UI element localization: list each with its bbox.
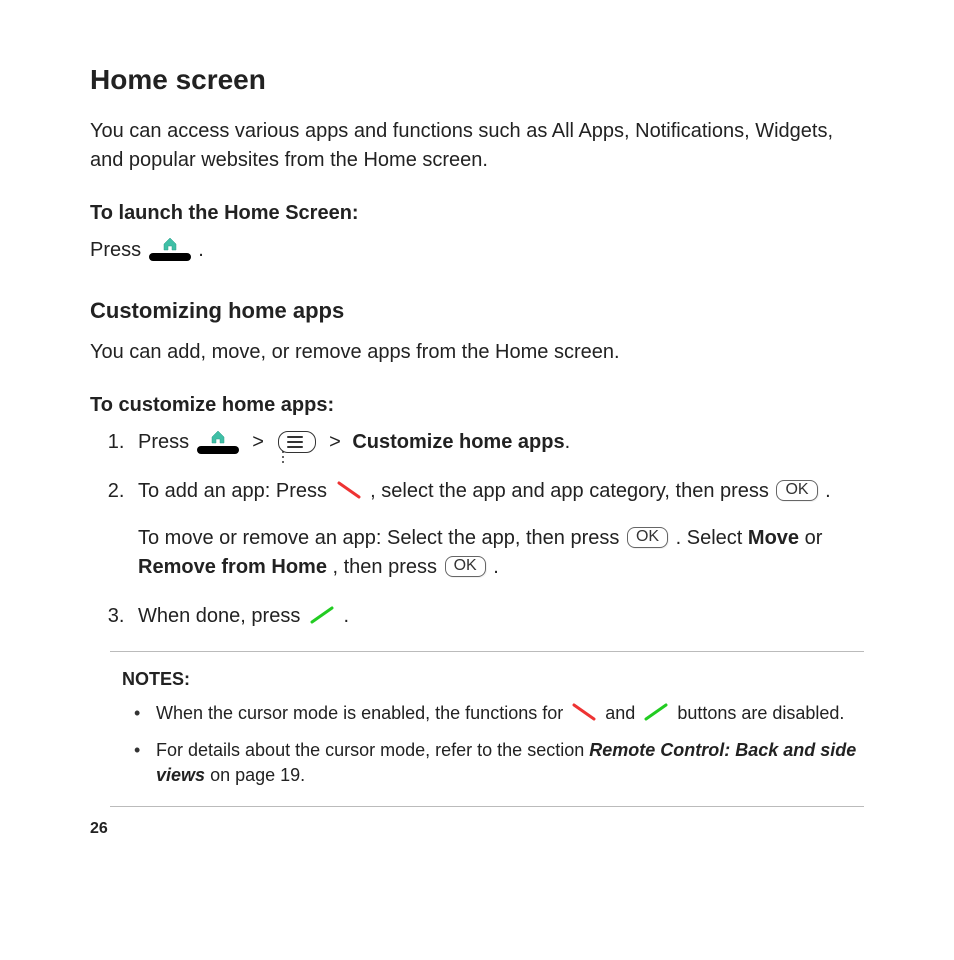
section-heading-customize: Customizing home apps	[90, 295, 864, 327]
customize-heading: To customize home apps:	[90, 391, 864, 420]
text-period: .	[198, 239, 204, 261]
ok-button-icon: OK	[776, 480, 817, 501]
separator: >	[329, 431, 341, 453]
step2-move-text3: or	[805, 527, 823, 549]
home-button-icon	[149, 239, 191, 261]
page-title: Home screen	[90, 60, 864, 101]
customize-action-label: Customize home apps	[352, 431, 564, 453]
step2-move-text2: . Select	[676, 527, 748, 549]
note-2: For details about the cursor mode, refer…	[134, 738, 864, 788]
text-period: .	[825, 480, 831, 502]
customize-intro: You can add, move, or remove apps from t…	[90, 338, 864, 367]
launch-heading: To launch the Home Screen:	[90, 199, 864, 228]
note-1: When the cursor mode is enabled, the fun…	[134, 701, 864, 726]
step-1: Press > > Customize home apps.	[130, 428, 864, 457]
step-2-move: To move or remove an app: Select the app…	[138, 524, 864, 582]
menu-button-icon	[278, 431, 316, 453]
note1-text-b: and	[605, 703, 640, 723]
separator: >	[252, 431, 264, 453]
note2-text-b: on page 19.	[210, 765, 305, 785]
green-diagonal-icon	[642, 702, 670, 722]
text-period: .	[565, 431, 571, 453]
step2-add-text2: , select the app and app category, then …	[370, 480, 774, 502]
step3-text: When done, press	[138, 605, 306, 627]
step2-add-text1: To add an app: Press	[138, 480, 333, 502]
home-button-icon	[197, 432, 239, 454]
step2-move-text1: To move or remove an app: Select the app…	[138, 527, 625, 549]
remove-label: Remove from Home	[138, 556, 327, 578]
intro-paragraph: You can access various apps and function…	[90, 117, 864, 175]
ok-button-icon: OK	[445, 556, 486, 577]
text-press: Press	[90, 239, 147, 261]
notes-box: NOTES: When the cursor mode is enabled, …	[110, 651, 864, 807]
step-3: When done, press .	[130, 602, 864, 631]
notes-list: When the cursor mode is enabled, the fun…	[110, 701, 864, 789]
notes-title: NOTES:	[122, 666, 864, 692]
page-number: 26	[90, 817, 864, 840]
text-period: .	[493, 556, 499, 578]
steps-list: Press > > Customize home apps. To add an…	[90, 428, 864, 631]
step2-move-text4: , then press	[333, 556, 443, 578]
move-label: Move	[748, 527, 799, 549]
step-2: To add an app: Press , select the app an…	[130, 477, 864, 582]
note1-text-c: buttons are disabled.	[677, 703, 844, 723]
note1-text-a: When the cursor mode is enabled, the fun…	[156, 703, 568, 723]
launch-instruction: Press .	[90, 236, 864, 265]
red-diagonal-icon	[335, 480, 363, 500]
ok-button-icon: OK	[627, 527, 668, 548]
green-diagonal-icon	[308, 605, 336, 625]
text-press: Press	[138, 431, 195, 453]
note2-text-a: For details about the cursor mode, refer…	[156, 740, 589, 760]
red-diagonal-icon	[570, 702, 598, 722]
text-period: .	[343, 605, 349, 627]
